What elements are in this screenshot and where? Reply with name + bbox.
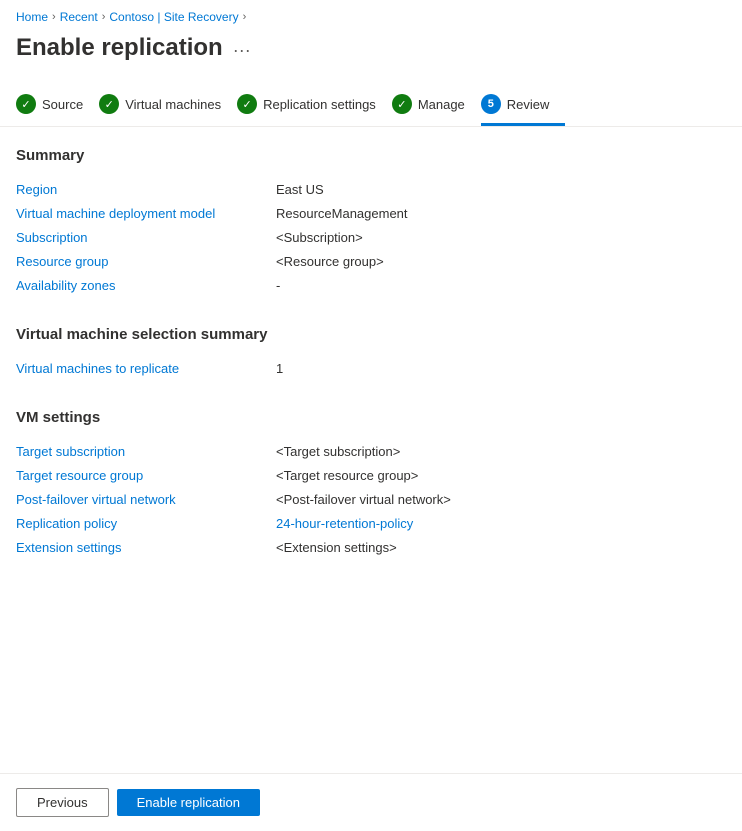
summary-label-deployment[interactable]: Virtual machine deployment model (16, 206, 276, 221)
page-header: Enable replication ··· (0, 30, 742, 78)
previous-button[interactable]: Previous (16, 788, 109, 817)
footer: Previous Enable replication (0, 773, 742, 831)
vm-settings-row-target-rg: Target resource group <Target resource g… (16, 464, 726, 488)
vm-selection-label[interactable]: Virtual machines to replicate (16, 361, 276, 376)
breadcrumb-home[interactable]: Home (16, 10, 48, 24)
summary-value-deployment: ResourceManagement (276, 206, 408, 221)
step-review-label: Review (507, 97, 550, 112)
vm-settings-row-target-sub: Target subscription <Target subscription… (16, 440, 726, 464)
breadcrumb-contoso[interactable]: Contoso | Site Recovery (109, 10, 238, 24)
summary-label-subscription[interactable]: Subscription (16, 230, 276, 245)
enable-replication-button[interactable]: Enable replication (117, 789, 260, 816)
vm-settings-value-extension: <Extension settings> (276, 540, 397, 555)
summary-section: Summary Region East US Virtual machine d… (16, 147, 726, 298)
vm-settings-value-policy: 24-hour-retention-policy (276, 516, 413, 531)
summary-label-availability[interactable]: Availability zones (16, 278, 276, 293)
step-vm-check: ✓ (99, 94, 119, 114)
vm-selection-value: 1 (276, 361, 283, 376)
vm-settings-label-target-rg[interactable]: Target resource group (16, 468, 276, 483)
vm-settings-label-extension[interactable]: Extension settings (16, 540, 276, 555)
step-manage[interactable]: ✓ Manage (392, 86, 481, 126)
step-review[interactable]: 5 Review (481, 86, 566, 126)
vm-settings-value-target-sub: <Target subscription> (276, 444, 400, 459)
summary-value-region: East US (276, 182, 324, 197)
summary-row-availability: Availability zones - (16, 274, 726, 298)
step-source-check: ✓ (16, 94, 36, 114)
summary-value-availability: - (276, 278, 280, 293)
step-replication-settings[interactable]: ✓ Replication settings (237, 86, 392, 126)
summary-label-resource-group[interactable]: Resource group (16, 254, 276, 269)
vm-selection-row: Virtual machines to replicate 1 (16, 357, 726, 381)
summary-label-region[interactable]: Region (16, 182, 276, 197)
vm-selection-title: Virtual machine selection summary (16, 326, 726, 343)
ellipsis-icon[interactable]: ··· (233, 40, 251, 61)
vm-settings-label-target-sub[interactable]: Target subscription (16, 444, 276, 459)
page-title: Enable replication (16, 34, 223, 62)
breadcrumb-sep-2: › (102, 11, 106, 23)
vm-settings-title: VM settings (16, 409, 726, 426)
breadcrumb-sep-3: › (243, 11, 247, 23)
summary-title: Summary (16, 147, 726, 164)
step-manage-check: ✓ (392, 94, 412, 114)
summary-row-region: Region East US (16, 178, 726, 202)
summary-row-subscription: Subscription <Subscription> (16, 226, 726, 250)
vm-settings-row-vnet: Post-failover virtual network <Post-fail… (16, 488, 726, 512)
breadcrumb: Home › Recent › Contoso | Site Recovery … (0, 0, 742, 30)
summary-value-resource-group: <Resource group> (276, 254, 384, 269)
step-manage-label: Manage (418, 97, 465, 112)
vm-settings-row-extension: Extension settings <Extension settings> (16, 536, 726, 560)
step-repl-label: Replication settings (263, 97, 376, 112)
summary-row-resource-group: Resource group <Resource group> (16, 250, 726, 274)
vm-settings-value-vnet: <Post-failover virtual network> (276, 492, 451, 507)
step-source[interactable]: ✓ Source (16, 86, 99, 126)
summary-value-subscription: <Subscription> (276, 230, 363, 245)
wizard-steps: ✓ Source ✓ Virtual machines ✓ Replicatio… (0, 78, 742, 127)
vm-settings-row-policy: Replication policy 24-hour-retention-pol… (16, 512, 726, 536)
content: Summary Region East US Virtual machine d… (0, 127, 742, 608)
step-repl-check: ✓ (237, 94, 257, 114)
breadcrumb-recent[interactable]: Recent (60, 10, 98, 24)
summary-row-deployment: Virtual machine deployment model Resourc… (16, 202, 726, 226)
vm-settings-label-vnet[interactable]: Post-failover virtual network (16, 492, 276, 507)
step-source-label: Source (42, 97, 83, 112)
vm-settings-value-target-rg: <Target resource group> (276, 468, 418, 483)
vm-settings-label-policy[interactable]: Replication policy (16, 516, 276, 531)
breadcrumb-sep-1: › (52, 11, 56, 23)
vm-settings-section: VM settings Target subscription <Target … (16, 409, 726, 560)
step-virtual-machines[interactable]: ✓ Virtual machines (99, 86, 237, 126)
step-review-num: 5 (481, 94, 501, 114)
step-vm-label: Virtual machines (125, 97, 221, 112)
replication-policy-link[interactable]: 24-hour-retention-policy (276, 516, 413, 531)
vm-selection-section: Virtual machine selection summary Virtua… (16, 326, 726, 381)
